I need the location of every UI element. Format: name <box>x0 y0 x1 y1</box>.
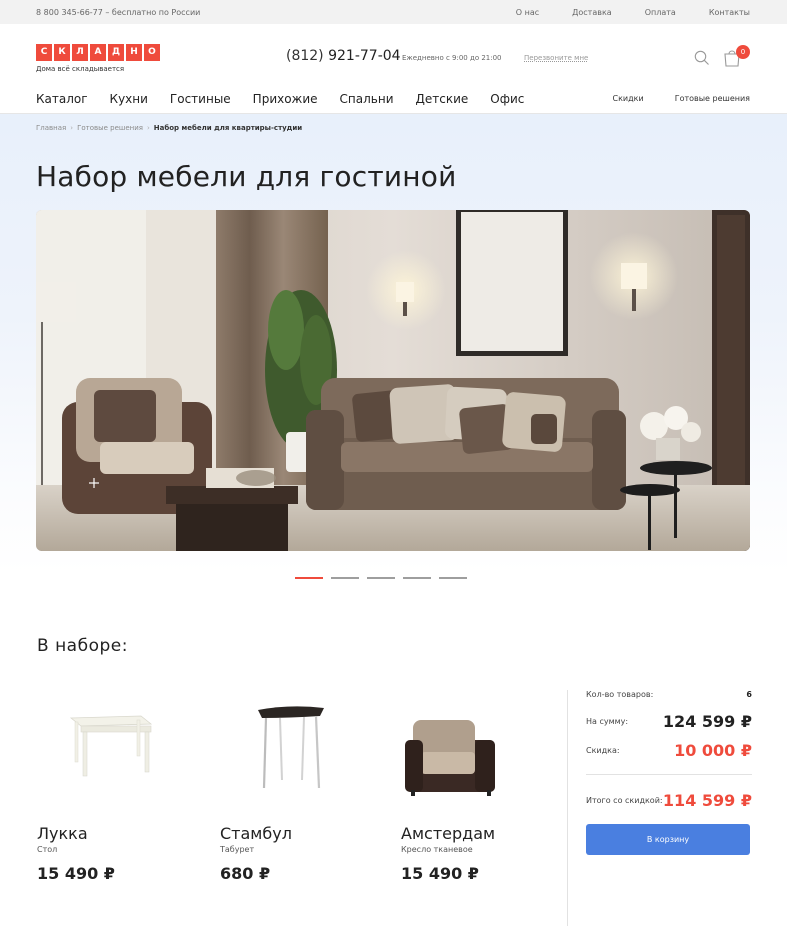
logo-tagline: Дома всё складывается <box>36 64 125 73</box>
product-name[interactable]: Лукка <box>37 824 197 843</box>
nav-discounts[interactable]: Скидки <box>613 94 644 103</box>
cart-button[interactable]: 0 <box>722 45 750 68</box>
summary-sum-label: На сумму: <box>586 717 629 726</box>
extra-menu: Скидки Готовые решения <box>613 94 751 103</box>
logo-letter: К <box>54 43 70 61</box>
nav-living-rooms[interactable]: Гостиные <box>170 92 231 106</box>
nav-catalog[interactable]: Каталог <box>36 92 88 106</box>
header: С К Л А Д Н О Дома всё складывается (812… <box>0 24 787 84</box>
armchair-image[interactable] <box>401 690 561 810</box>
summary-divider <box>586 774 752 775</box>
product-card[interactable]: Лукка Стол 15 490 ₽ <box>37 690 197 883</box>
summary-discount-value: 10 000 ₽ <box>674 741 752 760</box>
summary-discount-label: Скидка: <box>586 746 620 755</box>
hero-area: Главная › Готовые решения › Набор мебели для… <box>0 114 787 614</box>
nav-office[interactable]: Офис <box>490 92 524 106</box>
summary-count-row: Кол-во товаров: 6 <box>586 689 752 699</box>
summary-discount-row: Скидка: 10 000 ₽ <box>586 741 752 760</box>
nav-kids[interactable]: Детские <box>416 92 469 106</box>
nav-hallways[interactable]: Прихожие <box>253 92 318 106</box>
breadcrumb-current: Набор мебели для квартиры-студии <box>153 124 303 132</box>
table-image[interactable] <box>37 690 197 810</box>
breadcrumb-home[interactable]: Главная <box>36 124 66 132</box>
product-price: 680 ₽ <box>220 864 271 883</box>
main-nav: Каталог Кухни Гостиные Прихожие Спальни … <box>0 84 787 114</box>
summary-sum-row: На сумму: 124 599 ₽ <box>586 712 752 731</box>
cart-count-badge: 0 <box>736 45 750 59</box>
slider-dot-4[interactable] <box>403 577 431 579</box>
stool-image[interactable] <box>220 690 380 810</box>
breadcrumb-section[interactable]: Готовые решения <box>77 124 143 132</box>
top-links: О нас Доставка Оплата Контакты <box>516 8 750 17</box>
product-type: Кресло тканевое <box>401 845 473 854</box>
product-card[interactable]: Амстердам Кресло тканевое 15 490 ₽ <box>401 690 561 883</box>
logo-letter: Д <box>108 43 124 61</box>
breadcrumb-separator: › <box>70 124 74 132</box>
product-price: 15 490 ₽ <box>401 864 479 883</box>
summary-count-label: Кол-во товаров: <box>586 689 654 699</box>
slider-dot-3[interactable] <box>367 577 395 579</box>
slider-dot-2[interactable] <box>331 577 359 579</box>
logo[interactable]: С К Л А Д Н О Дома всё складывается <box>36 43 160 73</box>
slider-pagination <box>36 577 750 579</box>
nav-ready-solutions[interactable]: Готовые решения <box>675 94 750 103</box>
slider-dot-1[interactable] <box>295 577 323 579</box>
nav-bedrooms[interactable]: Спальни <box>340 92 394 106</box>
page-title: Набор мебели для гостиной <box>36 160 457 193</box>
hero-slide-image[interactable] <box>36 210 750 551</box>
free-phone-text: 8 800 345-66-77 – бесплатно по России <box>36 7 201 17</box>
top-bar: 8 800 345-66-77 – бесплатно по России О … <box>0 0 787 24</box>
product-type: Табурет <box>220 845 255 854</box>
product-name[interactable]: Стамбул <box>220 824 380 843</box>
slider-dot-5[interactable] <box>439 577 467 579</box>
logo-letter: О <box>144 43 160 61</box>
nav-kitchens[interactable]: Кухни <box>110 92 148 106</box>
logo-letter: Л <box>72 43 88 61</box>
add-to-cart-button[interactable]: В корзину <box>586 824 750 855</box>
top-link-delivery[interactable]: Доставка <box>572 8 612 17</box>
phone-code: (812) <box>286 48 324 64</box>
working-hours: Ежедневно с 9:00 до 21:00 <box>402 54 502 62</box>
top-link-contacts[interactable]: Контакты <box>709 8 750 17</box>
breadcrumb-separator: › <box>146 124 150 132</box>
product-card[interactable]: Стамбул Табурет 680 ₽ <box>220 690 380 883</box>
summary-total-label: Итого со скидкой: <box>586 796 663 805</box>
summary-count-value: 6 <box>746 689 752 699</box>
set-summary: Кол-во товаров: 6 На сумму: 124 599 ₽ Ск… <box>567 690 752 926</box>
set-title: В наборе: <box>37 636 128 656</box>
search-icon[interactable] <box>694 50 710 66</box>
logo-letter: А <box>90 43 106 61</box>
product-price: 15 490 ₽ <box>37 864 115 883</box>
top-link-payment[interactable]: Оплата <box>645 8 676 17</box>
callback-link[interactable]: Перезвоните мне <box>524 54 588 62</box>
phone-number: 921-77-04 <box>328 48 401 64</box>
logo-tiles: С К Л А Д Н О <box>36 43 160 61</box>
product-type: Стол <box>37 845 58 854</box>
breadcrumb: Главная › Готовые решения › Набор мебели для… <box>36 124 750 132</box>
logo-letter: С <box>36 43 52 61</box>
header-phone[interactable]: (812) 921-77-04 <box>286 48 401 64</box>
summary-total-row: Итого со скидкой: 114 599 ₽ <box>586 791 752 810</box>
main-menu: Каталог Кухни Гостиные Прихожие Спальни … <box>36 92 524 106</box>
product-name[interactable]: Амстердам <box>401 824 561 843</box>
top-link-about[interactable]: О нас <box>516 8 539 17</box>
logo-letter: Н <box>126 43 142 61</box>
summary-sum-value: 124 599 ₽ <box>662 712 752 731</box>
summary-total-value: 114 599 ₽ <box>662 791 752 810</box>
